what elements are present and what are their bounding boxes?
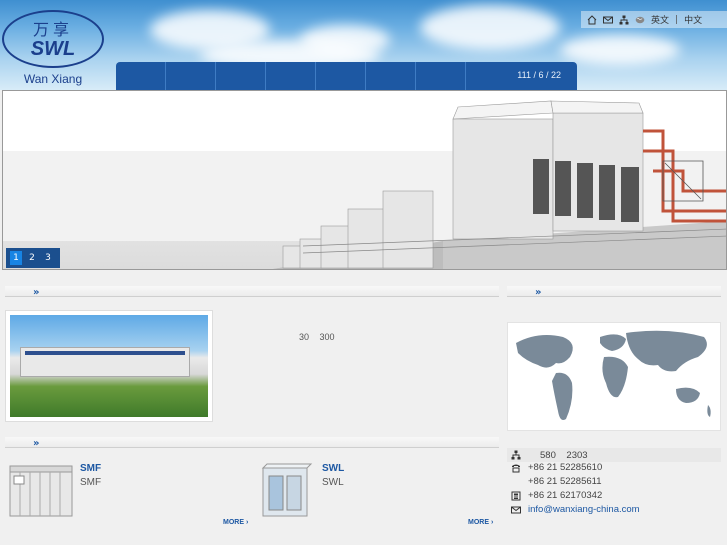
more-link[interactable]: MORE ›: [468, 519, 493, 526]
lang-chinese-link[interactable]: 中文: [684, 13, 702, 26]
nav-item[interactable]: [366, 62, 416, 90]
banner-slider: 1 2 3: [2, 90, 727, 270]
slide-dot[interactable]: 1: [10, 251, 22, 265]
mail-icon: [511, 505, 521, 515]
phone-icon: [511, 463, 521, 473]
about-stats: 30 300: [299, 332, 335, 342]
company-logo[interactable]: 万享 SWL Wan Xiang: [2, 8, 104, 88]
contact-tel-2: +86 21 52285611: [511, 476, 602, 487]
mail-icon[interactable]: [603, 15, 613, 25]
slide-dot[interactable]: 2: [26, 251, 38, 265]
product-title[interactable]: SWL: [322, 463, 344, 474]
factory-image: [10, 315, 208, 417]
stat-employees: 300: [319, 332, 335, 342]
sitemap-icon[interactable]: [619, 15, 629, 25]
logo-chinese-text: 万享: [32, 20, 73, 39]
nav-item[interactable]: [416, 62, 466, 90]
cooling-tower-photo: [3, 91, 726, 269]
address-text: 580 2303: [540, 449, 588, 461]
lang-english-link[interactable]: 英文: [651, 13, 669, 26]
slide-dot[interactable]: 3: [42, 251, 54, 265]
fax-icon: [511, 491, 521, 501]
nav-date: 111 / 6 / 22: [517, 70, 561, 80]
contact-address: 580 2303: [507, 448, 721, 462]
factory-photo[interactable]: [5, 310, 213, 422]
world-map-image: [516, 330, 711, 420]
email-link[interactable]: info@wanxiang-china.com: [528, 504, 640, 515]
phone-number: +86 21 52285611: [528, 476, 602, 487]
nav-item[interactable]: [116, 62, 166, 90]
blank-icon: [511, 477, 521, 487]
map-section-header: »: [507, 286, 721, 298]
section-arrow-icon: »: [33, 438, 40, 449]
lang-separator: |: [675, 14, 679, 25]
slide-pagination: 1 2 3: [6, 248, 60, 268]
contact-fax: +86 21 62170342: [511, 490, 602, 501]
more-link[interactable]: MORE ›: [223, 519, 248, 526]
contact-email: info@wanxiang-china.com: [511, 504, 640, 515]
header: 万享 SWL Wan Xiang 英文 | 中文 111 / 6 / 22: [0, 0, 727, 90]
main-nav: 111 / 6 / 22: [116, 62, 577, 90]
globe-icon[interactable]: [635, 15, 645, 25]
product-subtitle: SWL: [322, 477, 344, 488]
sky-cloud: [420, 5, 560, 50]
stat-years: 30: [299, 332, 310, 342]
nav-item[interactable]: [266, 62, 316, 90]
product-title[interactable]: SMF: [80, 463, 101, 474]
factory-sign: [25, 351, 185, 355]
top-links-bar: 英文 | 中文: [581, 11, 727, 28]
product-image-smf: [9, 465, 73, 517]
logo-abbreviation: SWL: [30, 38, 76, 60]
product-card-smf[interactable]: SMF SMF MORE ›: [8, 460, 254, 530]
about-section-header: »: [5, 286, 499, 298]
nav-item[interactable]: [166, 62, 216, 90]
section-arrow-icon: »: [33, 287, 40, 298]
building-icon: [511, 450, 521, 460]
nav-item[interactable]: [316, 62, 366, 90]
nav-item[interactable]: [216, 62, 266, 90]
logo-english-name: Wan Xiang: [23, 72, 83, 86]
world-map[interactable]: [507, 322, 721, 431]
home-icon[interactable]: [587, 14, 597, 25]
sky-cloud: [560, 35, 680, 65]
product-card-swl[interactable]: SWL SWL MORE ›: [253, 460, 499, 530]
product-image-swl: [261, 463, 313, 517]
contact-tel-1: +86 21 52285610: [511, 462, 602, 473]
phone-number: +86 21 52285610: [528, 462, 603, 473]
fax-number: +86 21 62170342: [528, 490, 603, 501]
section-arrow-icon: »: [535, 287, 542, 298]
product-subtitle: SMF: [80, 477, 102, 488]
products-section-header: »: [5, 437, 499, 449]
